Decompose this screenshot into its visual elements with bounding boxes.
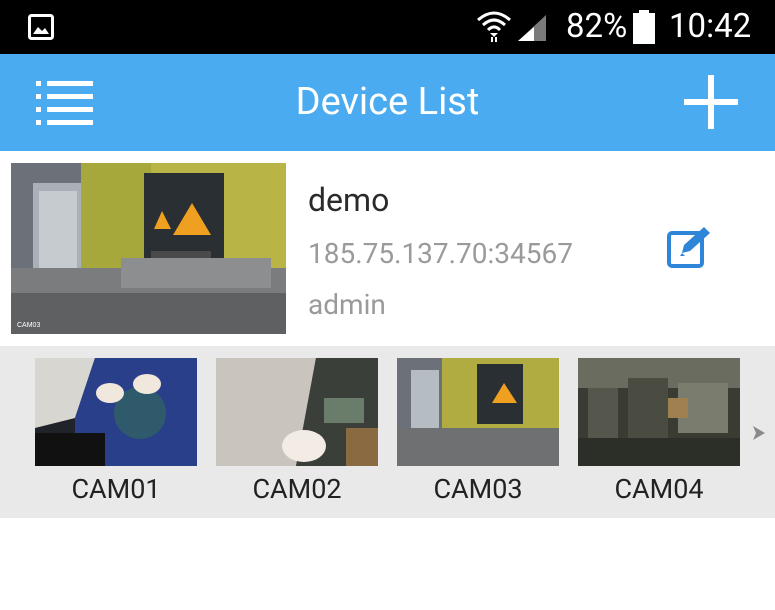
channel-item[interactable]: CAM04 bbox=[578, 358, 740, 506]
image-notification-icon bbox=[28, 14, 54, 40]
device-address: 185.75.137.70:34567 bbox=[308, 237, 573, 270]
add-device-button[interactable] bbox=[682, 73, 740, 131]
list-menu-icon bbox=[36, 81, 93, 125]
device-card[interactable]: CAM03 demo 185.75.137.70:34567 admin bbox=[0, 151, 775, 346]
channel-label: CAM04 bbox=[614, 473, 704, 505]
channel-item[interactable]: CAM02 bbox=[216, 358, 378, 506]
channel-strip: CAM01 CAM02 CAM03 CAM04 bbox=[0, 346, 775, 518]
cell-signal-icon bbox=[518, 15, 546, 41]
device-preview-thumbnail[interactable]: CAM03 bbox=[11, 163, 286, 334]
device-name: demo bbox=[308, 181, 390, 219]
menu-button[interactable] bbox=[34, 78, 96, 128]
battery-icon bbox=[633, 10, 655, 44]
app-bar: Device List bbox=[0, 54, 775, 151]
camera-preview-image: CAM03 bbox=[11, 163, 286, 334]
clock: 10:42 bbox=[669, 7, 752, 46]
edit-device-button[interactable] bbox=[666, 225, 712, 271]
scroll-right-arrow-icon[interactable] bbox=[750, 423, 768, 443]
channel-label: CAM02 bbox=[252, 473, 342, 505]
battery-percentage: 82% bbox=[566, 7, 628, 46]
device-username: admin bbox=[308, 288, 386, 321]
status-bar: 82% 10:42 bbox=[0, 0, 775, 54]
svg-text:CAM03: CAM03 bbox=[17, 322, 40, 329]
wifi-icon bbox=[477, 11, 511, 42]
channel-thumbnail bbox=[35, 358, 197, 466]
channel-thumbnail bbox=[397, 358, 559, 466]
plus-icon bbox=[684, 75, 738, 129]
channel-item[interactable]: CAM03 bbox=[397, 358, 559, 506]
page-title: Device List bbox=[295, 80, 480, 124]
channel-item[interactable]: CAM01 bbox=[35, 358, 197, 506]
channel-label: CAM03 bbox=[433, 473, 523, 505]
channel-label: CAM01 bbox=[71, 473, 161, 505]
channel-thumbnail bbox=[578, 358, 740, 466]
edit-icon bbox=[667, 227, 710, 268]
channel-thumbnail bbox=[216, 358, 378, 466]
